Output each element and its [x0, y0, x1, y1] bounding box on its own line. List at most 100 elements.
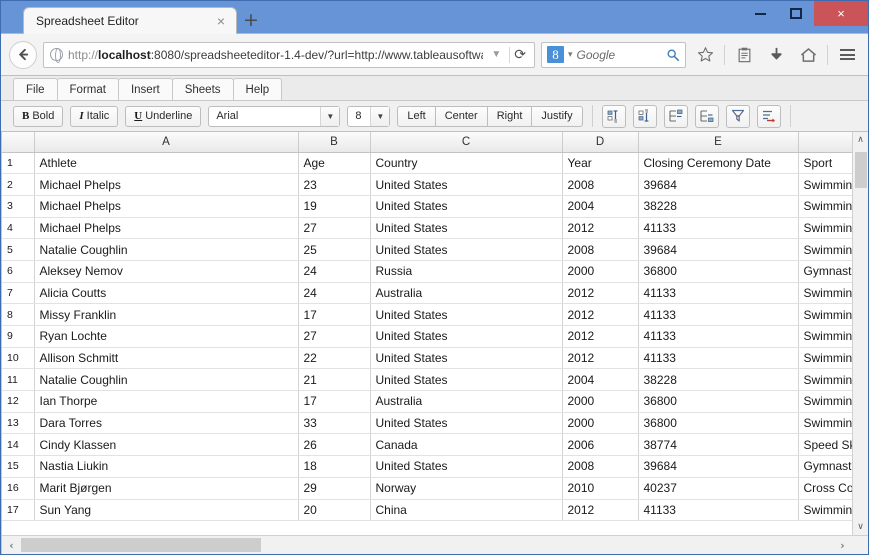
cell-c[interactable]: Australia: [370, 390, 563, 413]
cell-f[interactable]: Swimming: [798, 173, 852, 196]
sort-rows-ascending-button[interactable]: [601, 104, 626, 128]
cell-b[interactable]: 24: [298, 260, 371, 283]
cell-a[interactable]: Sun Yang: [34, 499, 299, 522]
google-icon[interactable]: 8: [547, 46, 564, 63]
chevron-down-icon[interactable]: ▼: [488, 49, 504, 60]
cell-e[interactable]: 39684: [638, 173, 799, 196]
cell-a[interactable]: Marit Bjørgen: [34, 477, 299, 500]
cell-a[interactable]: Michael Phelps: [34, 173, 299, 196]
table-row[interactable]: 4 Michael Phelps 27 United States 2012 4…: [2, 217, 852, 240]
cell-d[interactable]: 2012: [562, 282, 639, 305]
table-row[interactable]: 1 Athlete Age Country Year Closing Cerem…: [2, 152, 852, 175]
apply-filter-button[interactable]: [756, 104, 781, 128]
menu-item-format[interactable]: Format: [56, 78, 119, 100]
cell-c[interactable]: United States: [370, 303, 563, 326]
cell-a[interactable]: Nastia Liukin: [34, 455, 299, 478]
cell-b[interactable]: 25: [298, 238, 371, 261]
vertical-scroll-thumb[interactable]: [855, 152, 867, 188]
menu-item-file[interactable]: File: [13, 78, 58, 100]
row-header[interactable]: 14: [2, 433, 35, 457]
cell-f[interactable]: Swimming: [798, 325, 852, 348]
cell-c[interactable]: United States: [370, 325, 563, 348]
cell-e[interactable]: 41133: [638, 347, 799, 370]
cell-d[interactable]: 2000: [562, 390, 639, 413]
cell-e[interactable]: 38228: [638, 368, 799, 392]
cell-d[interactable]: Year: [562, 152, 639, 175]
cell-f[interactable]: Swimming: [798, 368, 852, 392]
cell-f[interactable]: Swimming: [798, 390, 852, 413]
row-header[interactable]: 13: [2, 412, 35, 435]
cell-b[interactable]: 23: [298, 173, 371, 196]
cell-f[interactable]: Gymnastics: [798, 260, 852, 283]
cell-c[interactable]: United States: [370, 238, 563, 261]
chevron-down-icon[interactable]: ▼: [370, 106, 390, 126]
back-button[interactable]: [9, 40, 37, 69]
cell-b[interactable]: Age: [298, 152, 371, 175]
row-header[interactable]: 17: [2, 499, 35, 522]
cell-d[interactable]: 2012: [562, 303, 639, 326]
vertical-scroll-track[interactable]: [853, 148, 868, 519]
cell-f[interactable]: Swimming: [798, 303, 852, 326]
browser-tab[interactable]: Spreadsheet Editor ×: [23, 7, 237, 34]
cell-d[interactable]: 2008: [562, 455, 639, 478]
menu-item-help[interactable]: Help: [232, 78, 283, 100]
cell-e[interactable]: 41133: [638, 303, 799, 326]
cell-d[interactable]: 2000: [562, 412, 639, 435]
table-row[interactable]: 17 Sun Yang 20 China 2012 41133 Swimming: [2, 499, 852, 522]
cell-d[interactable]: 2012: [562, 325, 639, 348]
chevron-down-icon[interactable]: ▾: [568, 49, 573, 60]
cell-b[interactable]: 33: [298, 412, 371, 435]
insert-column-left-button[interactable]: [663, 104, 688, 128]
table-row[interactable]: 11 Natalie Coughlin 21 United States 200…: [2, 368, 852, 392]
downloads-button[interactable]: [763, 41, 789, 69]
cell-d[interactable]: 2012: [562, 499, 639, 522]
cell-d[interactable]: 2010: [562, 477, 639, 500]
window-close-button[interactable]: ×: [814, 1, 868, 26]
close-icon[interactable]: ×: [214, 14, 228, 28]
row-header[interactable]: 4: [2, 217, 35, 240]
horizontal-scroll-thumb[interactable]: [21, 538, 261, 552]
row-header[interactable]: 15: [2, 455, 35, 478]
chevron-down-icon[interactable]: ▼: [320, 106, 340, 126]
new-tab-button[interactable]: +: [243, 11, 259, 30]
menu-item-sheets[interactable]: Sheets: [171, 78, 234, 100]
cell-c[interactable]: United States: [370, 412, 563, 435]
cell-e[interactable]: 41133: [638, 325, 799, 348]
column-header-d[interactable]: D: [562, 132, 639, 153]
select-all-corner[interactable]: [2, 132, 35, 153]
table-row[interactable]: 13 Dara Torres 33 United States 2000 368…: [2, 412, 852, 435]
bold-button[interactable]: B Bold: [13, 105, 64, 127]
row-header[interactable]: 1: [2, 152, 35, 175]
cell-d[interactable]: 2012: [562, 347, 639, 370]
row-header[interactable]: 16: [2, 477, 35, 500]
cell-a[interactable]: Ian Thorpe: [34, 390, 299, 413]
cell-f[interactable]: Swimming: [798, 217, 852, 240]
cell-a[interactable]: Allison Schmitt: [34, 347, 299, 370]
table-row[interactable]: 5 Natalie Coughlin 25 United States 2008…: [2, 238, 852, 261]
cell-d[interactable]: 2004: [562, 368, 639, 392]
cell-b[interactable]: 24: [298, 282, 371, 305]
table-row[interactable]: 12 Ian Thorpe 17 Australia 2000 36800 Sw…: [2, 390, 852, 413]
cell-a[interactable]: Michael Phelps: [34, 217, 299, 240]
table-row[interactable]: 15 Nastia Liukin 18 United States 2008 3…: [2, 455, 852, 478]
minimize-button[interactable]: [742, 1, 778, 26]
cell-d[interactable]: 2000: [562, 260, 639, 283]
cell-c[interactable]: Country: [370, 152, 563, 175]
italic-button[interactable]: I Italic: [70, 105, 119, 127]
cell-b[interactable]: 18: [298, 455, 371, 478]
bookmark-star-button[interactable]: [692, 41, 718, 69]
cell-c[interactable]: Canada: [370, 433, 563, 457]
reading-list-button[interactable]: [731, 41, 757, 69]
row-header[interactable]: 12: [2, 390, 35, 413]
scroll-left-button[interactable]: ‹: [2, 536, 21, 554]
cell-e[interactable]: 36800: [638, 390, 799, 413]
cell-e[interactable]: 41133: [638, 217, 799, 240]
column-header-a[interactable]: A: [34, 132, 299, 153]
cell-c[interactable]: United States: [370, 347, 563, 370]
cell-d[interactable]: 2012: [562, 217, 639, 240]
cell-c[interactable]: United States: [370, 195, 563, 218]
address-bar[interactable]: http://localhost:8080/spreadsheeteditor-…: [43, 41, 535, 68]
scroll-right-button[interactable]: ›: [833, 536, 852, 554]
cell-f[interactable]: Swimming: [798, 238, 852, 261]
align-left-button[interactable]: Left: [397, 105, 436, 127]
